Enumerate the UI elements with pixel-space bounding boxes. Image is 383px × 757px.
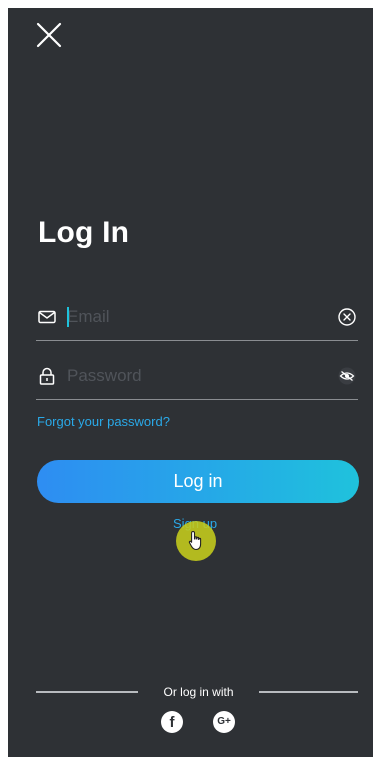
divider-line-left — [36, 691, 138, 693]
divider-line-right — [259, 691, 358, 693]
login-button[interactable]: Log in — [37, 460, 359, 503]
password-field — [36, 353, 358, 400]
google-plus-login-button[interactable]: G+ — [213, 711, 235, 733]
close-button[interactable] — [34, 20, 64, 50]
page-title: Log In — [38, 216, 130, 249]
facebook-icon: f — [169, 714, 175, 731]
signup-link[interactable]: Sign up — [173, 516, 217, 531]
clear-circle-icon[interactable] — [337, 307, 357, 327]
password-input[interactable] — [67, 359, 317, 393]
email-field — [36, 294, 358, 341]
forgot-password-link[interactable]: Forgot your password? — [37, 414, 170, 429]
email-input[interactable] — [67, 300, 317, 334]
lock-icon — [39, 367, 55, 385]
social-login-label: Or log in with — [163, 685, 234, 699]
text-caret — [67, 307, 69, 327]
hand-pointer-icon — [188, 530, 202, 551]
login-screen: Log In Forgot your password? Log in Sign… — [8, 8, 373, 757]
eye-hidden-icon[interactable] — [337, 366, 357, 386]
envelope-icon — [38, 310, 56, 324]
facebook-login-button[interactable]: f — [161, 711, 183, 733]
close-icon — [36, 22, 62, 48]
google-plus-icon: G+ — [217, 716, 231, 727]
